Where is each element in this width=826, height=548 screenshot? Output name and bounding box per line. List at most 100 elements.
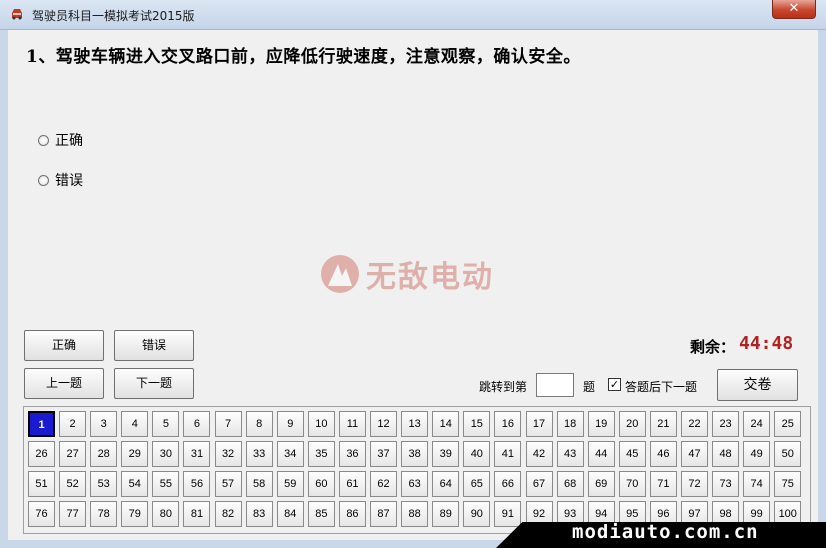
question-number-button[interactable]: 55 (152, 471, 180, 497)
question-number-button[interactable]: 60 (307, 471, 335, 497)
question-number-button[interactable]: 53 (90, 471, 118, 497)
question-number-button[interactable]: 89 (432, 501, 460, 527)
question-number-button[interactable]: 77 (59, 501, 87, 527)
question-number-button[interactable]: 54 (121, 471, 149, 497)
question-number-button[interactable]: 52 (59, 471, 87, 497)
question-number-button[interactable]: 57 (214, 471, 242, 497)
question-number-button[interactable]: 64 (432, 471, 460, 497)
question-number-button[interactable]: 2 (59, 411, 87, 437)
question-number-button[interactable]: 83 (245, 501, 273, 527)
question-number-button[interactable]: 78 (90, 501, 118, 527)
question-number-button[interactable]: 20 (618, 411, 646, 437)
question-number-button[interactable]: 27 (59, 441, 87, 467)
question-number-button[interactable]: 10 (307, 411, 335, 437)
question-number-button[interactable]: 23 (712, 411, 740, 437)
question-number-button[interactable]: 37 (370, 441, 398, 467)
question-number-button[interactable]: 24 (743, 411, 771, 437)
question-number-button[interactable]: 58 (245, 471, 273, 497)
question-number-button[interactable]: 88 (401, 501, 429, 527)
question-number-button[interactable]: 91 (494, 501, 522, 527)
question-number-button[interactable]: 47 (680, 441, 708, 467)
radio-icon[interactable] (38, 174, 49, 186)
question-number-button[interactable]: 34 (276, 441, 304, 467)
question-number-button[interactable]: 17 (525, 411, 553, 437)
question-number-button[interactable]: 36 (338, 441, 366, 467)
question-number-button[interactable]: 18 (556, 411, 584, 437)
prev-question-button[interactable]: 上一题 (24, 368, 104, 399)
question-number-button[interactable]: 16 (494, 411, 522, 437)
question-number-button[interactable]: 69 (587, 471, 615, 497)
question-number-button[interactable]: 4 (121, 411, 149, 437)
question-number-button[interactable]: 9 (276, 411, 304, 437)
question-number-button[interactable]: 48 (712, 441, 740, 467)
question-number-button[interactable]: 49 (743, 441, 771, 467)
question-number-button[interactable]: 80 (152, 501, 180, 527)
question-number-button[interactable]: 22 (680, 411, 708, 437)
question-number-button[interactable]: 87 (370, 501, 398, 527)
question-number-button[interactable]: 73 (712, 471, 740, 497)
question-number-button[interactable]: 29 (121, 441, 149, 467)
question-number-button[interactable]: 32 (214, 441, 242, 467)
question-number-button[interactable]: 90 (463, 501, 491, 527)
question-number-button[interactable]: 82 (214, 501, 242, 527)
question-number-button[interactable]: 12 (370, 411, 398, 437)
question-number-button[interactable]: 86 (338, 501, 366, 527)
question-number-button[interactable]: 50 (774, 441, 802, 467)
option-wrong[interactable]: 错误 (38, 170, 83, 190)
question-number-button[interactable]: 31 (183, 441, 211, 467)
question-number-button[interactable]: 75 (774, 471, 802, 497)
question-number-button[interactable]: 71 (649, 471, 677, 497)
answer-wrong-button[interactable]: 错误 (114, 330, 194, 361)
question-number-button[interactable]: 7 (214, 411, 242, 437)
question-number-button[interactable]: 21 (649, 411, 677, 437)
answer-correct-button[interactable]: 正确 (24, 330, 104, 361)
question-number-button[interactable]: 65 (463, 471, 491, 497)
question-number-button[interactable]: 59 (276, 471, 304, 497)
question-number-button[interactable]: 81 (183, 501, 211, 527)
question-number-button[interactable]: 15 (463, 411, 491, 437)
question-number-button[interactable]: 66 (494, 471, 522, 497)
question-number-button[interactable]: 72 (680, 471, 708, 497)
auto-next-checkbox[interactable]: ✓ (608, 378, 621, 391)
question-number-button[interactable]: 11 (338, 411, 366, 437)
question-number-button[interactable]: 40 (463, 441, 491, 467)
question-number-button[interactable]: 76 (28, 501, 55, 527)
question-number-button[interactable]: 8 (245, 411, 273, 437)
question-number-button[interactable]: 25 (774, 411, 802, 437)
question-number-button[interactable]: 67 (525, 471, 553, 497)
question-number-button[interactable]: 44 (587, 441, 615, 467)
question-number-button[interactable]: 39 (432, 441, 460, 467)
question-number-button[interactable]: 61 (338, 471, 366, 497)
question-number-button[interactable]: 63 (401, 471, 429, 497)
question-number-button[interactable]: 26 (28, 441, 55, 467)
question-number-button[interactable]: 38 (401, 441, 429, 467)
question-number-button[interactable]: 5 (152, 411, 180, 437)
question-number-button[interactable]: 14 (432, 411, 460, 437)
question-number-button[interactable]: 70 (618, 471, 646, 497)
question-number-button[interactable]: 46 (649, 441, 677, 467)
question-number-button[interactable]: 42 (525, 441, 553, 467)
question-number-button[interactable]: 68 (556, 471, 584, 497)
question-number-button[interactable]: 13 (401, 411, 429, 437)
question-number-button[interactable]: 41 (494, 441, 522, 467)
question-number-button[interactable]: 45 (618, 441, 646, 467)
question-number-button[interactable]: 1 (28, 411, 55, 437)
question-number-button[interactable]: 51 (28, 471, 55, 497)
question-number-button[interactable]: 19 (587, 411, 615, 437)
question-number-button[interactable]: 79 (121, 501, 149, 527)
radio-icon[interactable] (38, 134, 49, 146)
question-number-button[interactable]: 85 (307, 501, 335, 527)
question-number-button[interactable]: 62 (370, 471, 398, 497)
question-number-button[interactable]: 35 (307, 441, 335, 467)
question-number-button[interactable]: 3 (90, 411, 118, 437)
next-question-button[interactable]: 下一题 (114, 368, 194, 399)
question-number-button[interactable]: 84 (276, 501, 304, 527)
close-button[interactable]: ✕ (772, 0, 816, 19)
question-number-button[interactable]: 43 (556, 441, 584, 467)
question-number-button[interactable]: 28 (90, 441, 118, 467)
question-number-button[interactable]: 33 (245, 441, 273, 467)
question-number-button[interactable]: 74 (743, 471, 771, 497)
question-number-button[interactable]: 56 (183, 471, 211, 497)
submit-exam-button[interactable]: 交卷 (717, 369, 798, 401)
option-correct[interactable]: 正确 (38, 130, 83, 150)
